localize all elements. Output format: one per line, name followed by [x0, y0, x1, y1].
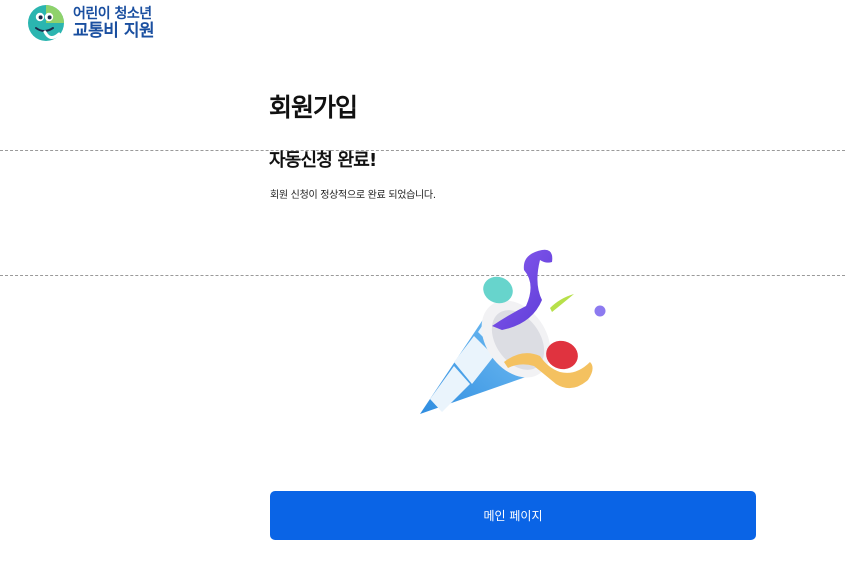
party-popper-icon [420, 249, 606, 414]
completion-message: 회원 신청이 정상적으로 완료 되었습니다. [270, 190, 436, 201]
logo-text-line2: 교통비 지원 [73, 20, 155, 41]
site-logo[interactable]: 어린이 청소년 교통비 지원 [27, 4, 155, 42]
divider-top [0, 150, 845, 151]
logo-text: 어린이 청소년 교통비 지원 [73, 5, 155, 41]
signup-complete-page: 어린이 청소년 교통비 지원 회원가입 자동신청 완료! 회원 신청이 정상적으… [0, 0, 845, 568]
main-page-button[interactable]: 메인 페이지 [270, 491, 756, 540]
completion-heading: 자동신청 완료! [269, 150, 377, 171]
logo-text-line1: 어린이 청소년 [73, 5, 152, 22]
logo-mascot-icon [28, 5, 64, 41]
page-title: 회원가입 [269, 93, 358, 122]
